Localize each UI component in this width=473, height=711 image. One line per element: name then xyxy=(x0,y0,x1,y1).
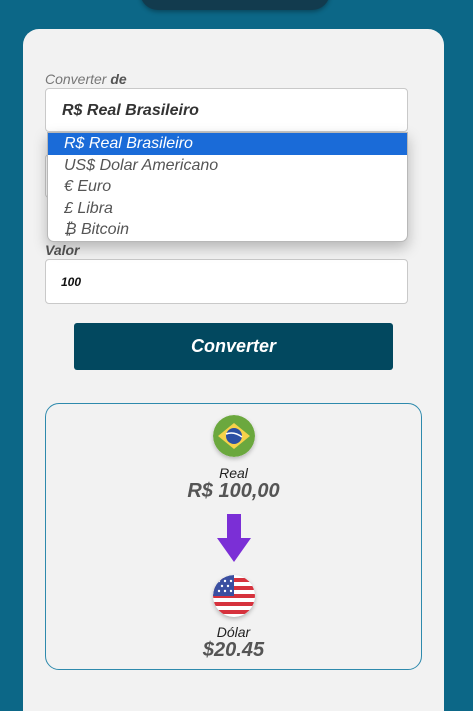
dropdown-option-dolar[interactable]: US$ Dolar Americano xyxy=(48,155,407,177)
value-input[interactable]: 100 xyxy=(45,259,408,304)
dropdown-option-libra[interactable]: £ Libra xyxy=(48,198,407,220)
to-currency-value: $20.45 xyxy=(202,639,265,661)
value-label-text: Valor xyxy=(45,242,80,258)
dropdown-option-euro[interactable]: € Euro xyxy=(48,176,407,198)
from-label-bold: de xyxy=(110,71,127,87)
convert-button[interactable]: Converter xyxy=(74,323,393,370)
to-currency-name: Dólar xyxy=(216,624,251,640)
value-input-text: 100 xyxy=(61,275,82,289)
from-currency-select[interactable]: R$ Real Brasileiro xyxy=(45,88,408,132)
dropdown-option-bitcoin[interactable]: ₿ Bitcoin xyxy=(48,219,407,241)
from-currency-value: R$ 100,00 xyxy=(187,480,280,502)
dropdown-option-real[interactable]: R$ Real Brasileiro xyxy=(48,133,407,155)
from-currency-selected-value: R$ Real Brasileiro xyxy=(62,102,199,119)
from-label: Converter de xyxy=(45,71,127,87)
header-tab xyxy=(140,0,330,10)
currency-dropdown-list: R$ Real Brasileiro US$ Dolar Americano €… xyxy=(47,132,408,242)
converter-card: Converter de R$ Real Brasileiro R$ Real … xyxy=(23,29,444,711)
from-currency-name: Real xyxy=(219,465,248,481)
usa-flag-icon xyxy=(213,575,255,617)
value-label: Valor xyxy=(45,242,80,258)
from-label-prefix: Converter xyxy=(45,71,107,87)
brazil-flag-icon xyxy=(213,415,255,457)
result-panel: Real R$ 100,00 Dólar $20.45 xyxy=(45,403,422,670)
arrow-down-icon xyxy=(217,514,251,562)
